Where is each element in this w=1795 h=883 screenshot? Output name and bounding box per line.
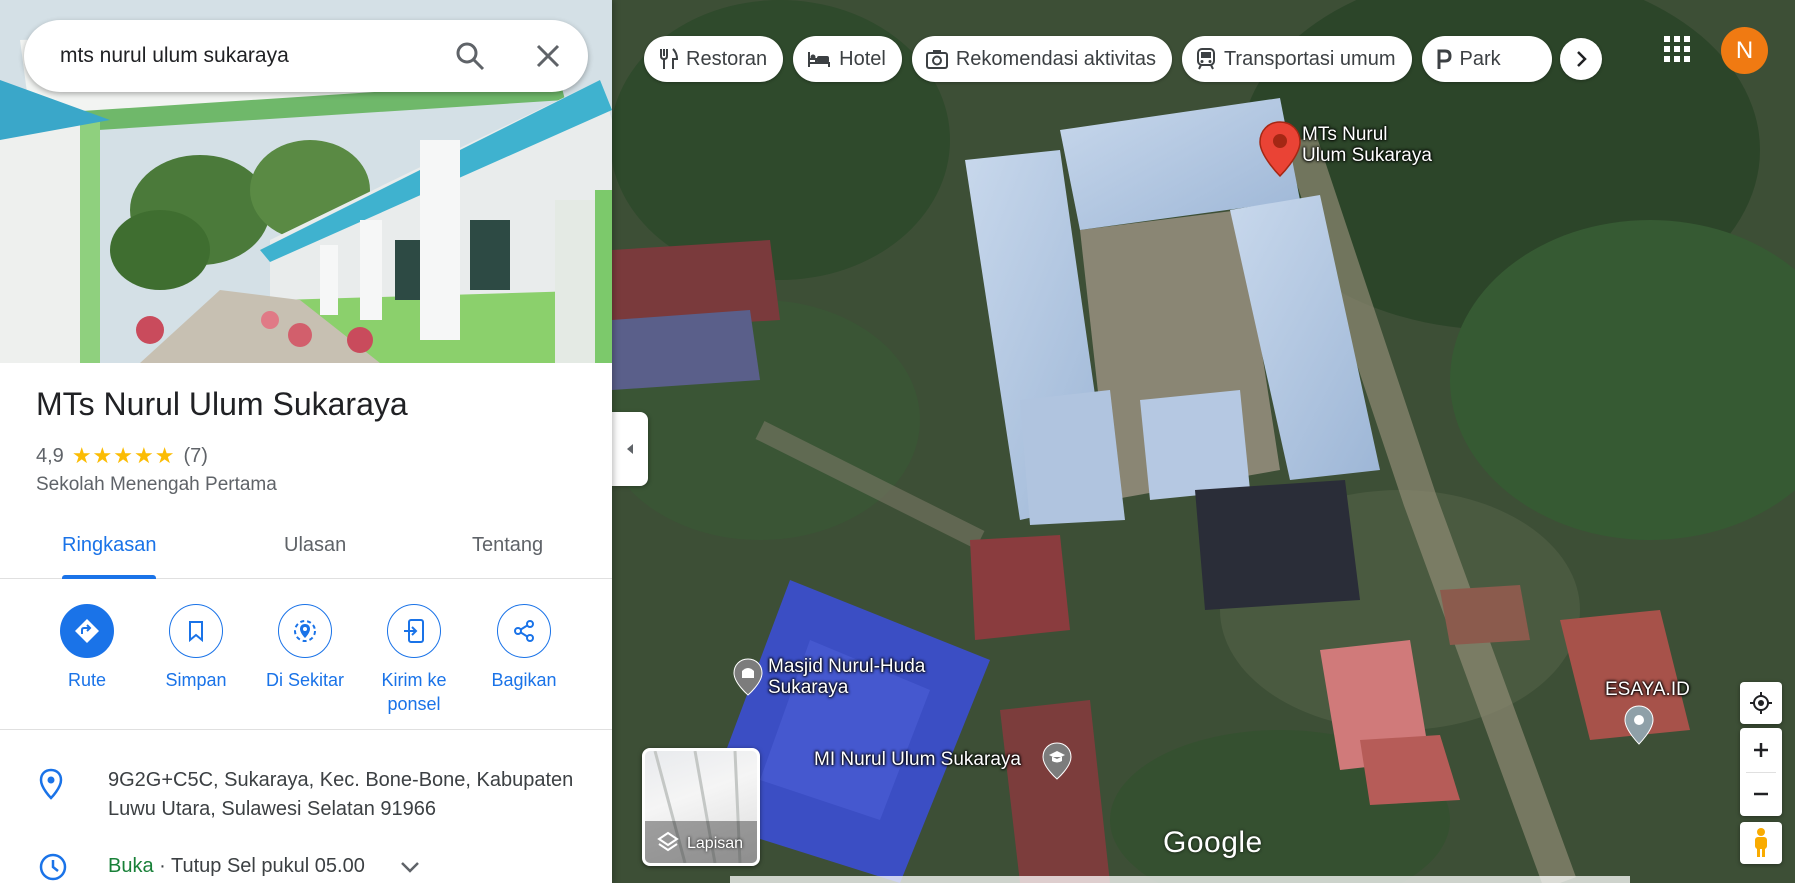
hotel-icon bbox=[808, 52, 831, 67]
chip-label: Park bbox=[1459, 47, 1501, 70]
zoom-controls bbox=[1740, 728, 1782, 816]
share-icon bbox=[514, 620, 534, 642]
directions-icon bbox=[75, 619, 99, 643]
pegman-icon bbox=[1755, 828, 1767, 857]
review-count[interactable]: (7) bbox=[183, 445, 207, 468]
share-circle bbox=[497, 604, 551, 658]
mosque-label[interactable]: Masjid Nurul-Huda Sukaraya bbox=[768, 656, 925, 698]
search-box bbox=[24, 20, 588, 92]
pin-icon bbox=[1259, 121, 1301, 178]
layers-button[interactable]: Lapisan bbox=[642, 748, 760, 866]
tab-reviews[interactable]: Ulasan bbox=[284, 534, 346, 557]
active-tab-indicator bbox=[62, 575, 156, 579]
directions-button[interactable]: Rute bbox=[32, 604, 142, 692]
action-label: Bagikan bbox=[491, 670, 557, 690]
send-to-phone-button[interactable]: Kirim ke ponsel bbox=[359, 604, 469, 716]
my-location-icon bbox=[1750, 692, 1772, 714]
selected-place-label[interactable]: MTs Nurul Ulum Sukaraya bbox=[1302, 124, 1432, 166]
chip-hotel[interactable]: Hotel bbox=[793, 36, 902, 82]
chevron-down-icon[interactable] bbox=[400, 860, 420, 874]
page-title: MTs Nurul Ulum Sukaraya bbox=[36, 386, 408, 422]
save-circle bbox=[169, 604, 223, 658]
nearby-icon bbox=[294, 620, 316, 642]
hours-text: Buka · Tutup Sel pukul 05.00 bbox=[108, 852, 428, 881]
category-chips: Restoran Hotel Rekomendasi aktivitas Tra… bbox=[644, 36, 1552, 82]
avatar[interactable]: N bbox=[1721, 27, 1768, 74]
tab-overview[interactable]: Ringkasan bbox=[62, 534, 157, 557]
action-label: Kirim ke ponsel bbox=[381, 670, 447, 714]
search-input[interactable] bbox=[60, 44, 440, 68]
chip-label: Rekomendasi aktivitas bbox=[955, 47, 1156, 70]
chevron-right-icon bbox=[1577, 51, 1587, 67]
nearby-button[interactable]: Di Sekitar bbox=[250, 604, 360, 692]
mosque-icon bbox=[733, 658, 763, 696]
esaya-label[interactable]: ESAYA.ID bbox=[1605, 679, 1690, 700]
send-to-phone-circle bbox=[387, 604, 441, 658]
place-side-panel: MTs Nurul Ulum Sukaraya 4,9 ★★★★★ (7) Se… bbox=[0, 0, 612, 883]
send-to-phone-icon bbox=[404, 619, 424, 643]
caret-left-icon bbox=[627, 444, 633, 454]
action-label: Rute bbox=[67, 670, 107, 690]
search-icon[interactable] bbox=[454, 40, 486, 72]
chip-label: Hotel bbox=[839, 47, 886, 70]
street-view-button[interactable] bbox=[1740, 822, 1782, 864]
zoom-out-button[interactable] bbox=[1740, 772, 1782, 816]
parking-icon bbox=[1437, 49, 1452, 69]
mosque-pin[interactable] bbox=[733, 658, 763, 701]
google-logo: Google bbox=[1163, 826, 1263, 859]
clock-icon bbox=[39, 853, 67, 881]
action-label: Simpan bbox=[165, 670, 227, 690]
chip-parking[interactable]: Park bbox=[1421, 36, 1552, 82]
close-icon[interactable] bbox=[532, 40, 564, 72]
chip-label: Transportasi umum bbox=[1223, 47, 1396, 70]
minus-icon bbox=[1754, 792, 1768, 796]
place-category[interactable]: Sekolah Menengah Pertama bbox=[36, 474, 277, 496]
address-row[interactable]: 9G2G+C5C, Sukaraya, Kec. Bone-Bone, Kabu… bbox=[0, 762, 612, 832]
restaurant-icon bbox=[660, 48, 678, 69]
rating-row[interactable]: 4,9 ★★★★★ (7) bbox=[36, 443, 208, 469]
layers-label: Lapisan bbox=[687, 835, 744, 852]
rating-value: 4,9 bbox=[36, 444, 64, 467]
rating-stars: ★★★★★ bbox=[71, 443, 176, 468]
my-location-button[interactable] bbox=[1740, 682, 1782, 724]
save-button[interactable]: Simpan bbox=[141, 604, 251, 692]
hours-detail: · Tutup Sel pukul 05.00 bbox=[153, 855, 365, 877]
school-pin[interactable] bbox=[1042, 742, 1072, 785]
action-buttons: Rute Simpan Di Sekitar Kirim ke ponsel B… bbox=[0, 580, 612, 730]
map-attribution-bar bbox=[730, 876, 1630, 883]
chip-label: Restoran bbox=[686, 47, 768, 70]
selected-place-pin[interactable] bbox=[1258, 120, 1302, 183]
transit-icon bbox=[1196, 48, 1215, 70]
chip-transit[interactable]: Transportasi umum bbox=[1181, 36, 1412, 82]
chips-next-button[interactable] bbox=[1560, 38, 1602, 80]
esaya-pin[interactable] bbox=[1624, 705, 1654, 750]
bookmark-icon bbox=[189, 621, 203, 642]
chip-restaurant[interactable]: Restoran bbox=[644, 36, 784, 82]
collapse-panel-button[interactable] bbox=[612, 412, 648, 486]
plus-icon bbox=[1754, 743, 1768, 757]
nearby-circle bbox=[278, 604, 332, 658]
school-icon bbox=[1042, 742, 1072, 780]
zoom-divider bbox=[1746, 772, 1776, 773]
chip-activities[interactable]: Rekomendasi aktivitas bbox=[911, 36, 1172, 82]
directions-circle bbox=[60, 604, 114, 658]
place-tabs: Ringkasan Ulasan Tentang bbox=[0, 520, 612, 579]
hours-row[interactable]: Buka · Tutup Sel pukul 05.00 bbox=[0, 850, 612, 883]
apps-grid-icon[interactable] bbox=[1662, 34, 1692, 64]
camera-icon bbox=[925, 50, 948, 69]
school-label[interactable]: MI Nurul Ulum Sukaraya bbox=[814, 749, 1021, 770]
address-text: 9G2G+C5C, Sukaraya, Kec. Bone-Bone, Kabu… bbox=[108, 769, 574, 820]
zoom-in-button[interactable] bbox=[1740, 728, 1782, 772]
layers-icon bbox=[657, 831, 679, 852]
action-label: Di Sekitar bbox=[265, 670, 345, 690]
open-status: Buka bbox=[108, 855, 154, 877]
tab-about[interactable]: Tentang bbox=[472, 534, 543, 557]
share-button[interactable]: Bagikan bbox=[469, 604, 579, 692]
location-pin-icon bbox=[39, 768, 63, 800]
place-pin-icon bbox=[1624, 705, 1654, 745]
